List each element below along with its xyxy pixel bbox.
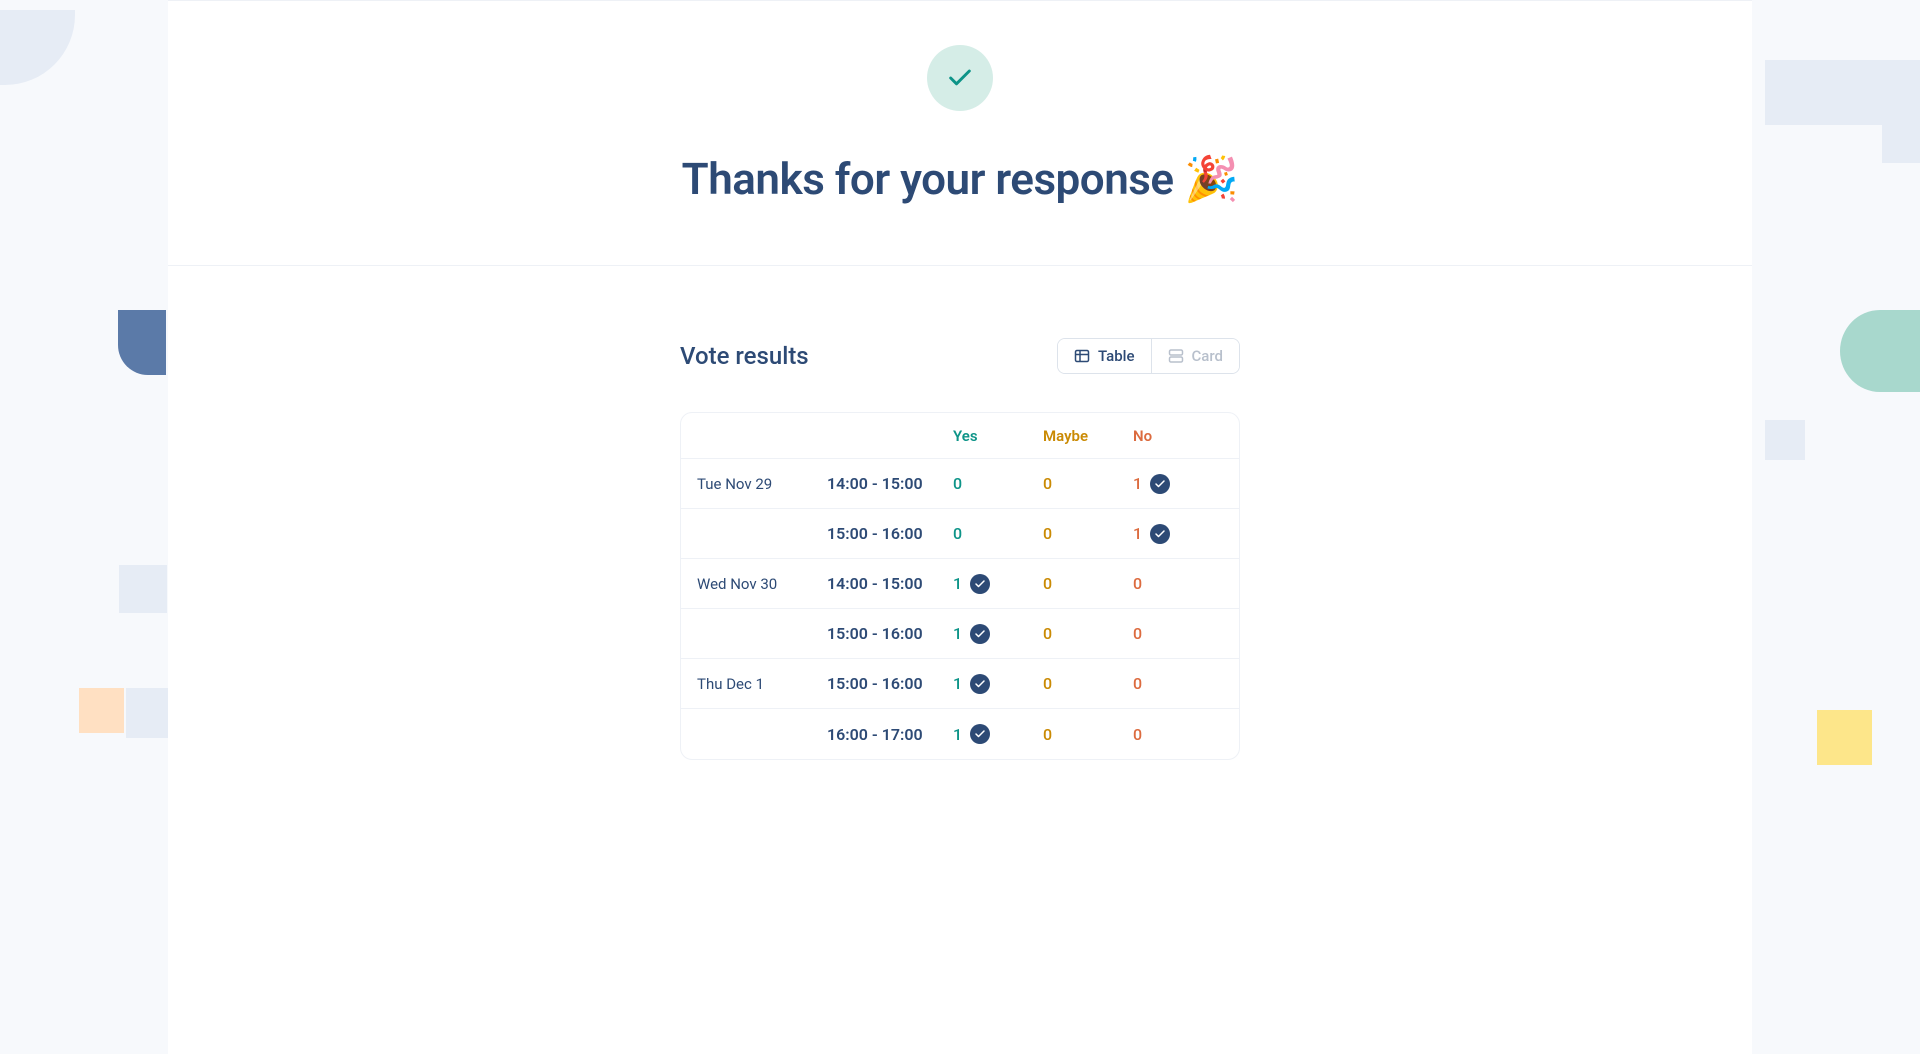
time-cell: 15:00 - 16:00 <box>827 674 953 693</box>
column-yes: Yes <box>953 427 1043 445</box>
vote-no-cell: 0 <box>1133 624 1223 643</box>
page-title: Thanks for your response 🎉 <box>168 153 1752 205</box>
date-cell: Tue Nov 29 <box>697 475 827 493</box>
vote-yes-cell: 1 <box>953 624 1043 644</box>
table-row: Wed Nov 3014:00 - 15:00100 <box>681 559 1239 609</box>
your-vote-badge-icon <box>1150 524 1170 544</box>
bg-decoration <box>1765 60 1920 125</box>
date-cell: Wed Nov 30 <box>697 575 827 593</box>
main-content-card: Thanks for your response 🎉 Vote results … <box>168 0 1752 1054</box>
table-icon <box>1074 348 1090 364</box>
your-vote-badge-icon <box>970 574 990 594</box>
vote-yes-cell: 0 <box>953 524 1043 543</box>
table-row: Thu Dec 115:00 - 16:00100 <box>681 659 1239 709</box>
card-icon <box>1168 348 1184 364</box>
table-row: 15:00 - 16:00100 <box>681 609 1239 659</box>
vote-yes-cell: 1 <box>953 674 1043 694</box>
time-cell: 15:00 - 16:00 <box>827 524 953 543</box>
view-toggle-group: Table Card <box>1057 338 1240 374</box>
date-cell: Thu Dec 1 <box>697 675 827 693</box>
vote-yes-cell: 1 <box>953 574 1043 594</box>
bg-decoration <box>1840 310 1920 392</box>
your-vote-badge-icon <box>970 624 990 644</box>
vote-no-cell: 1 <box>1133 524 1223 544</box>
time-cell: 16:00 - 17:00 <box>827 725 953 744</box>
results-title: Vote results <box>680 342 809 370</box>
view-card-button[interactable]: Card <box>1151 339 1240 373</box>
vote-maybe-cell: 0 <box>1043 725 1133 744</box>
bg-decoration <box>118 310 166 375</box>
bg-decoration <box>1817 710 1872 765</box>
bg-decoration <box>1765 420 1805 460</box>
vote-no-cell: 1 <box>1133 474 1223 494</box>
bg-decoration <box>119 565 167 613</box>
vote-maybe-cell: 0 <box>1043 474 1133 493</box>
view-table-label: Table <box>1098 347 1135 365</box>
bg-decoration <box>1882 125 1920 163</box>
vote-no-cell: 0 <box>1133 725 1223 744</box>
time-cell: 15:00 - 16:00 <box>827 624 953 643</box>
bg-decoration <box>79 688 124 733</box>
your-vote-badge-icon <box>970 674 990 694</box>
table-row: 15:00 - 16:00001 <box>681 509 1239 559</box>
time-cell: 14:00 - 15:00 <box>827 574 953 593</box>
time-cell: 14:00 - 15:00 <box>827 474 953 493</box>
confirmation-section: Thanks for your response 🎉 <box>168 1 1752 266</box>
table-row: Tue Nov 2914:00 - 15:00001 <box>681 459 1239 509</box>
vote-maybe-cell: 0 <box>1043 674 1133 693</box>
success-check-icon <box>927 45 993 111</box>
vote-no-cell: 0 <box>1133 574 1223 593</box>
results-header: Vote results Table Card <box>680 338 1240 374</box>
vote-maybe-cell: 0 <box>1043 624 1133 643</box>
vote-yes-cell: 1 <box>953 724 1043 744</box>
your-vote-badge-icon <box>970 724 990 744</box>
column-no: No <box>1133 427 1223 445</box>
vote-no-cell: 0 <box>1133 674 1223 693</box>
table-row: 16:00 - 17:00100 <box>681 709 1239 759</box>
bg-decoration <box>0 10 75 85</box>
vote-maybe-cell: 0 <box>1043 574 1133 593</box>
vote-results-section: Vote results Table Card Yes Maybe No Tue… <box>680 266 1240 760</box>
results-table: Yes Maybe No Tue Nov 2914:00 - 15:000011… <box>680 412 1240 760</box>
your-vote-badge-icon <box>1150 474 1170 494</box>
table-header-row: Yes Maybe No <box>681 413 1239 459</box>
view-card-label: Card <box>1192 347 1224 365</box>
vote-maybe-cell: 0 <box>1043 524 1133 543</box>
view-table-button[interactable]: Table <box>1058 339 1151 373</box>
vote-yes-cell: 0 <box>953 474 1043 493</box>
column-maybe: Maybe <box>1043 427 1133 445</box>
